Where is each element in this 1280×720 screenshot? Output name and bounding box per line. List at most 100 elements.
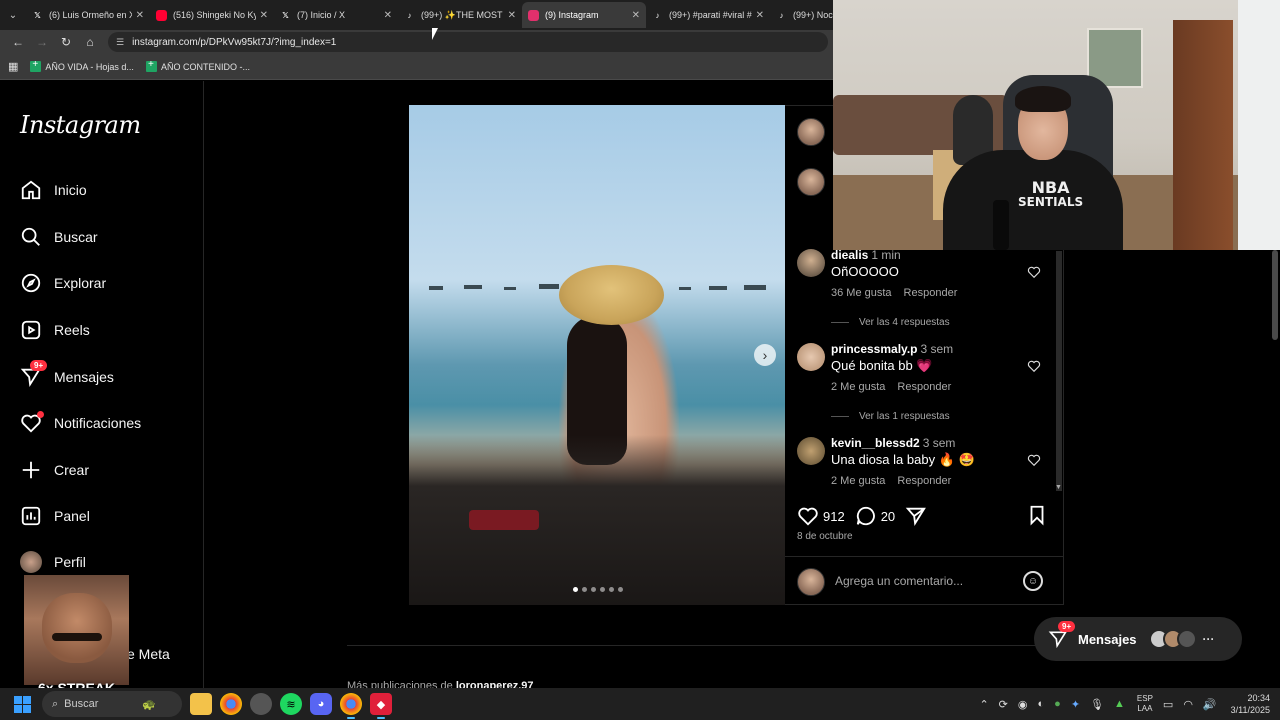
tab-search-icon[interactable]: ⌄ [0, 0, 26, 30]
heart-icon[interactable] [1027, 453, 1041, 467]
display-icon[interactable]: ▭ [1163, 698, 1173, 711]
browser-tab[interactable]: ♪ (99+) #parati #viral # ✕ [646, 2, 770, 28]
author-avatar[interactable] [797, 118, 825, 146]
page-scrollbar[interactable] [1272, 250, 1278, 340]
streamlabs-icon[interactable]: ◆ [370, 693, 392, 719]
comment-likes[interactable]: 36 Me gusta [831, 287, 892, 299]
wifi-icon[interactable]: ◠ [1183, 698, 1193, 711]
comment-button[interactable]: 20 [855, 505, 895, 527]
carousel-next-chevron-icon[interactable]: › [754, 344, 776, 366]
browser-tab[interactable]: 𝕏 (6) Luis Ormeño en X ✕ [26, 2, 150, 28]
more-dots-icon[interactable]: ··· [1203, 632, 1215, 646]
sidebar-item-messages[interactable]: 9+ Mensajes [20, 360, 114, 388]
sidebar-item-search[interactable]: Buscar [20, 226, 98, 248]
commenter-avatar[interactable] [797, 343, 825, 371]
commenter-avatar[interactable] [797, 249, 825, 277]
sidebar-item-reels[interactable]: Reels [20, 319, 90, 341]
comment-username[interactable]: kevin__blessd2 [831, 436, 920, 450]
sidebar-item-label: Mensajes [54, 369, 114, 385]
comment-username[interactable]: princessmaly.p [831, 342, 917, 356]
sidebar-item-dashboard[interactable]: Panel [20, 505, 90, 527]
tray-app-icon[interactable]: ● [1054, 698, 1061, 710]
chrome-icon[interactable] [220, 693, 242, 715]
like-button[interactable]: 912 [797, 505, 845, 527]
chevron-up-icon[interactable]: ⌃ [979, 698, 988, 711]
discord-icon[interactable]: ◕ [310, 693, 332, 715]
windows-start-icon[interactable] [8, 690, 36, 718]
browser-tab[interactable]: 𝕏 (7) Inicio / X ✕ [274, 2, 398, 28]
address-bar[interactable]: ☰ instagram.com/p/DPkVw95kt7J/?img_index… [108, 32, 828, 52]
tray-app-icon[interactable]: ◐ [1038, 698, 1045, 710]
caption-avatar[interactable] [797, 168, 825, 196]
sidebar-item-profile[interactable]: Perfil [20, 551, 86, 573]
bookmark-item[interactable]: AÑO VIDA - Hojas d... [30, 59, 134, 72]
file-explorer-icon[interactable] [190, 693, 212, 715]
browser-tab[interactable]: (516) Shingeki No Kyo ✕ [150, 2, 274, 28]
language-indicator[interactable]: ESP LAA [1137, 694, 1153, 714]
commenter-avatar[interactable] [797, 437, 825, 465]
post-image[interactable] [409, 105, 785, 605]
tab-title: (99+) Noche d [793, 10, 834, 20]
sidebar-item-explore[interactable]: Explorar [20, 272, 106, 294]
chrome-alt-icon[interactable] [250, 693, 272, 715]
sidebar-item-create[interactable]: Crear [20, 459, 89, 481]
carousel-dot[interactable] [618, 587, 623, 592]
reload-icon[interactable]: ↻ [54, 32, 78, 52]
comment-likes[interactable]: 2 Me gusta [831, 475, 885, 487]
chrome-dev-icon[interactable] [340, 693, 362, 719]
comment-username[interactable]: diealis [831, 248, 868, 262]
view-replies-button[interactable]: Ver las 1 respuestas [831, 411, 950, 422]
close-icon[interactable]: ✕ [384, 10, 392, 21]
emoji-icon[interactable]: ☺ [1023, 571, 1043, 591]
close-icon[interactable]: ✕ [260, 10, 268, 21]
volume-icon[interactable]: 🔊 [1203, 698, 1217, 711]
messages-badge: 9+ [30, 360, 48, 371]
apps-grid-icon[interactable]: ▦ [8, 60, 18, 73]
browser-tab[interactable]: ♪ (99+) Noche d [770, 2, 840, 28]
hoodie-text-line: NBA [1031, 178, 1070, 197]
comment-likes[interactable]: 2 Me gusta [831, 381, 885, 393]
save-button[interactable] [1026, 504, 1052, 529]
sidebar-item-home[interactable]: Inicio [20, 179, 87, 201]
close-icon[interactable]: ✕ [508, 10, 516, 21]
close-icon[interactable]: ✕ [136, 10, 144, 21]
comment-input[interactable] [835, 574, 1015, 588]
bookmark-item[interactable]: AÑO CONTENIDO -... [145, 59, 250, 72]
reply-button[interactable]: Responder [904, 287, 958, 299]
back-arrow-icon[interactable]: ← [6, 32, 30, 52]
clock[interactable]: 20:34 3/11/2025 [1231, 692, 1270, 716]
carousel-dot[interactable] [609, 587, 614, 592]
site-info-icon[interactable]: ☰ [116, 37, 124, 48]
taskbar-search[interactable]: ⌕ Buscar 🐢 [42, 691, 182, 717]
sidebar-item-meta[interactable]: e Meta [127, 646, 170, 662]
forward-arrow-icon[interactable]: → [30, 32, 54, 52]
heart-icon[interactable] [1027, 265, 1041, 279]
browser-tab[interactable]: ♪ (99+) ✨THE MOST P ✕ [398, 2, 522, 28]
reply-button[interactable]: Responder [897, 381, 951, 393]
tray-app-icon[interactable]: ▲ [1114, 698, 1125, 710]
browser-tab-active[interactable]: (9) Instagram ✕ [522, 2, 646, 28]
reply-button[interactable]: Responder [897, 475, 951, 487]
spotify-icon[interactable]: ≋ [280, 693, 302, 715]
share-button[interactable] [905, 505, 931, 527]
sidebar-item-notifications[interactable]: Notificaciones [20, 411, 141, 434]
close-icon[interactable]: ✕ [756, 10, 764, 21]
tray-app-icon[interactable]: ⟳ [999, 698, 1008, 711]
messages-pill-button[interactable]: 9+ Mensajes ··· [1034, 617, 1242, 661]
view-replies-button[interactable]: Ver las 4 respuestas [831, 317, 950, 328]
carousel-dot[interactable] [573, 587, 578, 592]
home-icon[interactable]: ⌂ [78, 32, 102, 52]
tray-app-icon[interactable]: ◉ [1018, 698, 1028, 711]
microphone-icon[interactable]: 🎙 [1090, 698, 1104, 711]
tray-app-icon[interactable]: ✦ [1071, 698, 1080, 711]
scroll-down-arrow-icon[interactable]: ▼ [1055, 484, 1062, 491]
keyboard-layout: LAA [1137, 704, 1153, 713]
instagram-logo[interactable]: Instagram [20, 111, 141, 139]
tab-title: (7) Inicio / X [297, 10, 346, 20]
carousel-dot[interactable] [600, 587, 605, 592]
carousel-dot[interactable] [582, 587, 587, 592]
close-icon[interactable]: ✕ [632, 10, 640, 21]
heart-icon[interactable] [1027, 359, 1041, 373]
carousel-dot[interactable] [591, 587, 596, 592]
comments-scrollbar[interactable] [1056, 251, 1062, 491]
